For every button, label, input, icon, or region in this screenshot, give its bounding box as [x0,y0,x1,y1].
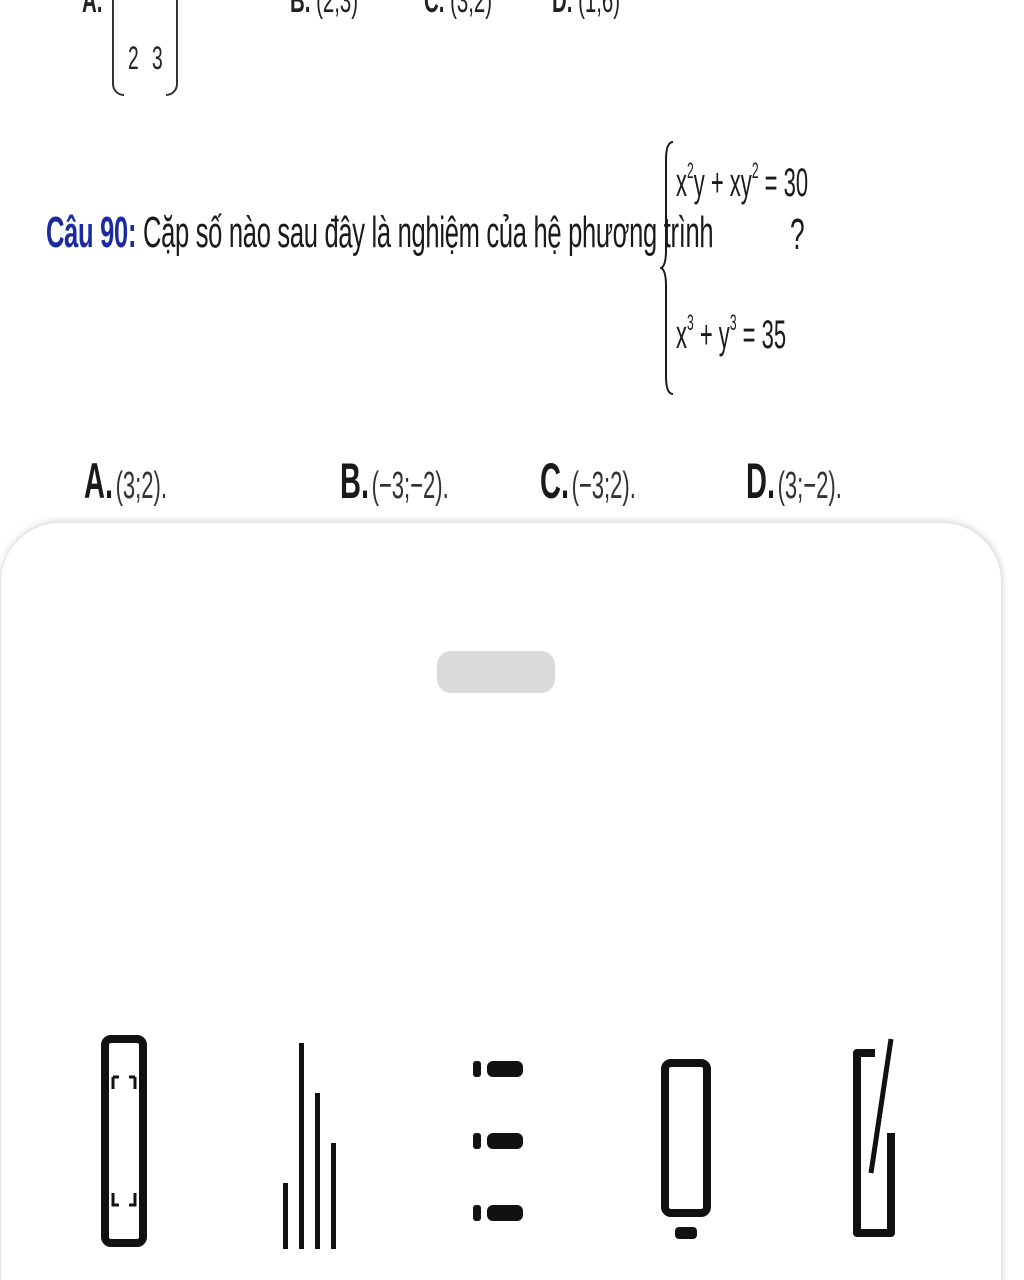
question-body: Cặp số nào sau đây là nghiệm của hệ phươ… [136,208,714,257]
previous-option-letter: D. [552,0,573,20]
screen: A. 2 3 B. (2;3) C. (3;2) D. (1;6) Câu 90… [0,0,1024,1280]
phone-icon [661,1059,711,1239]
bottom-sheet [0,522,1002,1280]
crop-frame-button[interactable] [101,1033,181,1253]
equation-2: x3 + y3 = 35 [676,310,786,358]
answer-value: (−3;−2). [371,465,449,507]
levels-button[interactable] [279,1033,359,1253]
list-icon [473,1061,523,1221]
previous-option-c: C. (3;2) [424,0,492,21]
answer-value: (−3;2). [571,465,636,507]
equation-system: x2y + xy2 = 30 x3 + y3 = 35 ? [660,140,840,400]
answer-letter: C. [540,453,569,509]
crop-frame-icon [101,1035,147,1247]
eq-term: = 30 [758,161,809,205]
answer-option-d[interactable]: D. (3;−2). [746,452,842,510]
eq-term: + y [693,313,730,357]
drag-handle[interactable] [437,651,555,693]
list-button[interactable] [469,1033,549,1253]
eq-term: = 35 [736,313,787,357]
previous-option-value: (3;2) [450,0,493,20]
previous-option-a-matrix: 2 3 [110,0,180,96]
previous-option-d: D. (1;6) [552,0,620,21]
left-brace [660,141,674,395]
question-mark: ? [790,210,805,259]
edit-icon [853,1038,895,1237]
matrix-cell: 3 [152,40,163,76]
previous-option-letter: B. [290,0,311,20]
answer-letter: A. [84,453,113,509]
previous-option-value: (1;6) [578,0,621,20]
bar-levels-icon [283,1043,336,1249]
answer-options: A. (3;2). B. (−3;−2). C. (−3;2). D. (3;−… [0,452,1024,522]
matrix-left-paren [112,0,124,96]
answer-option-a[interactable]: A. (3;2). [84,452,167,510]
answer-option-b[interactable]: B. (−3;−2). [340,452,449,510]
previous-option-letter: C. [424,0,445,20]
answer-letter: D. [746,453,775,509]
question-text: Câu 90: Cặp số nào sau đây là nghiệm của… [46,208,714,258]
equation-1: x2y + xy2 = 30 [676,158,808,206]
answer-value: (3;2). [115,465,168,507]
edit-button[interactable] [851,1033,931,1253]
previous-option-value: (2;3) [316,0,359,20]
eq-term: y + xy [693,161,752,205]
matrix-right-paren [166,0,178,96]
previous-question-row: A. 2 3 B. (2;3) C. (3;2) D. (1;6) [0,0,1024,102]
eq-term: x [676,313,687,357]
phone-button[interactable] [661,1033,741,1253]
answer-value: (3;−2). [777,465,842,507]
answer-letter: B. [340,453,369,509]
matrix-cell: 2 [128,40,139,76]
previous-option-b: B. (2;3) [290,0,358,21]
eq-term: x [676,161,687,205]
previous-option-a-letter: A. [82,0,103,20]
answer-option-c[interactable]: C. (−3;2). [540,452,636,510]
question-label: Câu 90: [46,208,137,257]
